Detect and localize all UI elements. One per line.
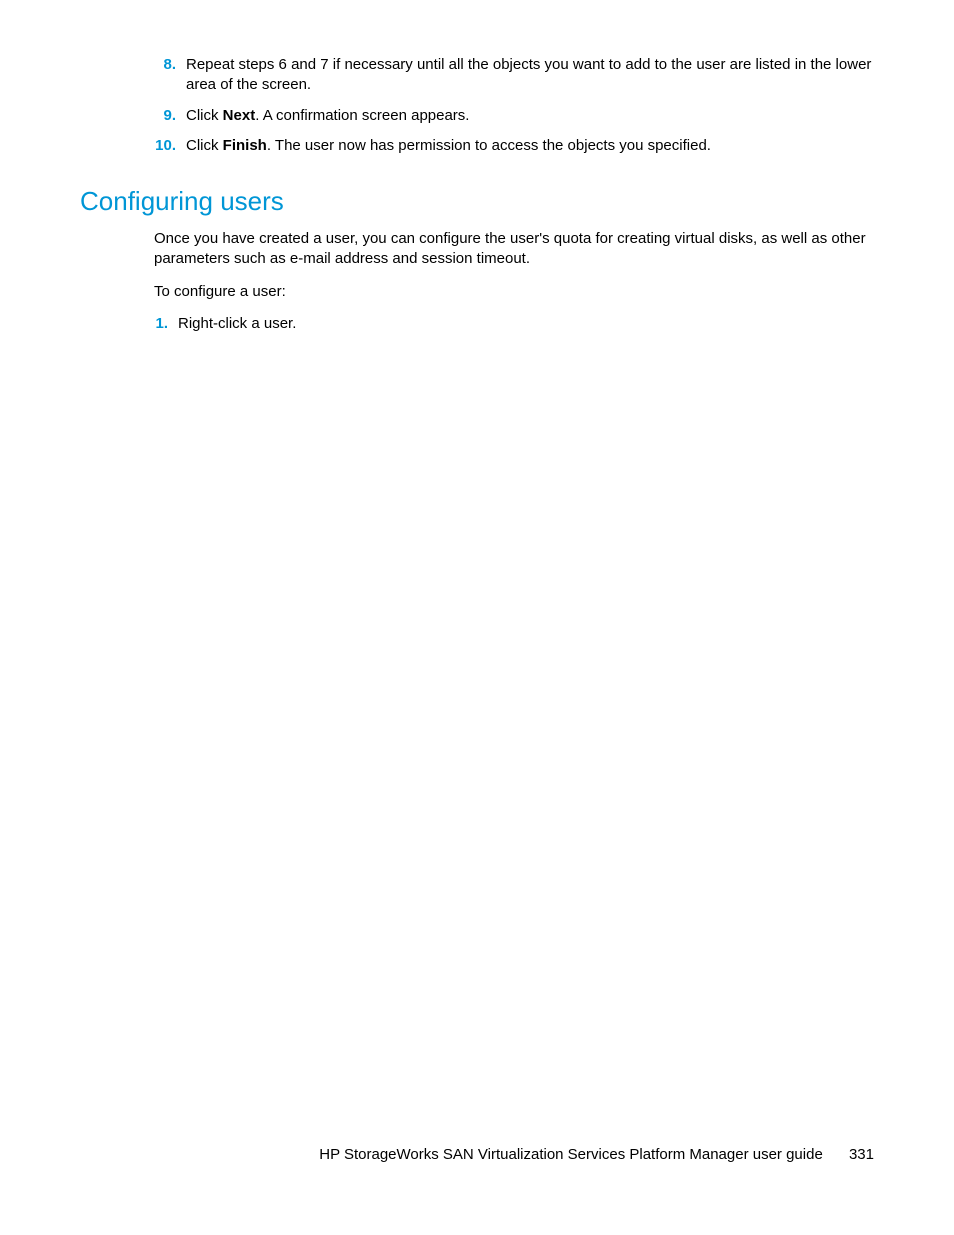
step-text: Repeat steps 6 and 7 if necessary until … [186,55,874,96]
step-number: 1. [80,314,178,334]
step-text: Click Finish. The user now has permissio… [186,136,874,156]
step-number: 10. [80,136,186,156]
footer-title: HP StorageWorks SAN Virtualization Servi… [319,1146,823,1163]
page-footer: HP StorageWorks SAN Virtualization Servi… [319,1145,874,1165]
step-text: Right-click a user. [178,314,874,334]
step-number: 8. [80,55,186,96]
list-item: 10. Click Finish. The user now has permi… [80,136,874,156]
step-text: Click Next. A confirmation screen appear… [186,106,874,126]
intro-paragraph: Once you have created a user, you can co… [154,229,874,270]
list-item: 1. Right-click a user. [80,314,874,334]
step-number: 9. [80,106,186,126]
list-item: 8. Repeat steps 6 and 7 if necessary unt… [80,55,874,96]
page-number: 331 [849,1146,874,1163]
section-heading: Configuring users [80,184,874,219]
list-item: 9. Click Next. A confirmation screen app… [80,106,874,126]
lead-in: To configure a user: [154,282,874,302]
